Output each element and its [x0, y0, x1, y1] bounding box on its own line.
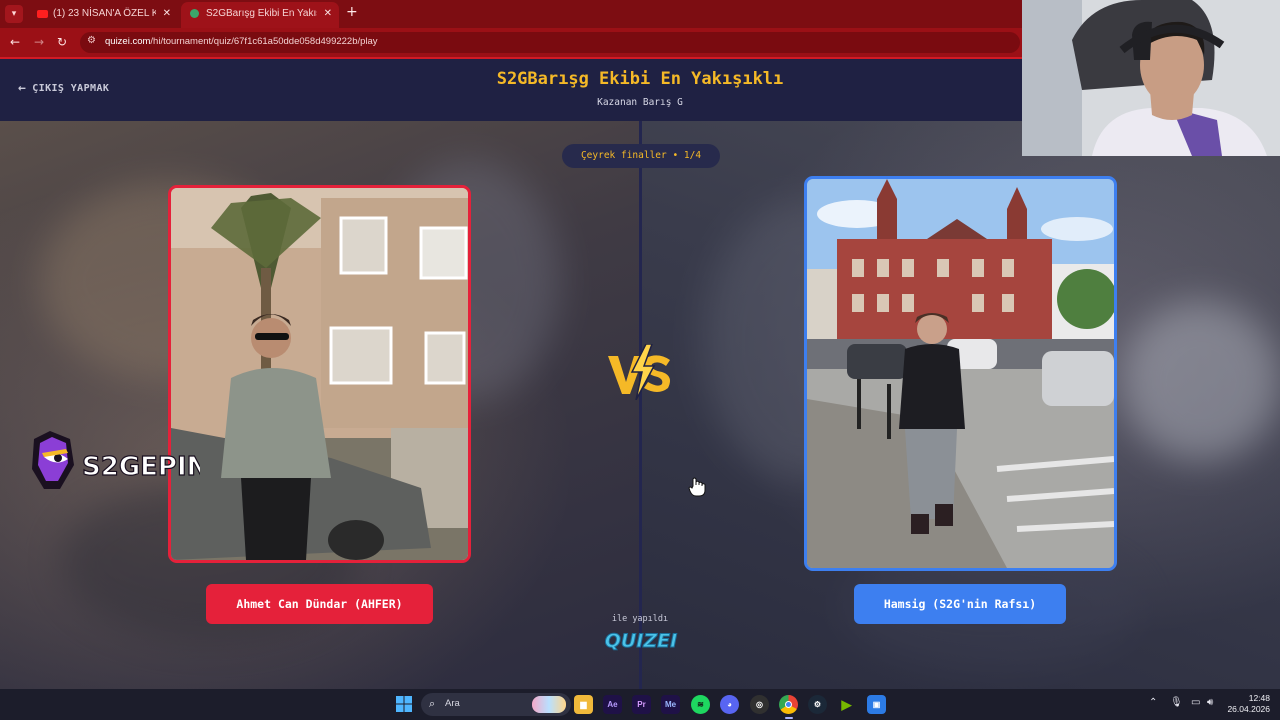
reload-icon[interactable]: ↻ — [57, 35, 67, 49]
browser-tab-quizei[interactable]: S2GBarışg Ekibi En Yakışıklı - Tu ✕ — [181, 2, 339, 28]
premiere-pro-icon[interactable]: Pr — [632, 695, 651, 714]
contestant-card-left[interactable] — [168, 185, 471, 563]
contestant-photo-left — [171, 188, 468, 560]
quizei-logo-text: QUIZEI — [605, 630, 677, 652]
close-tab-icon[interactable]: ✕ — [163, 2, 171, 26]
tab-title: S2GBarışg Ekibi En Yakışıklı - Tu — [206, 8, 317, 19]
url-path: /hi/tournament/quiz/67f1c61a50dde058d499… — [150, 36, 378, 47]
hand-cursor-icon — [688, 477, 706, 497]
address-bar[interactable]: ⚙ quizei.com/hi/tournament/quiz/67f1c61a… — [80, 32, 1020, 53]
url-text: quizei.com/hi/tournament/quiz/67f1c61a50… — [105, 36, 378, 47]
media-encoder-icon[interactable]: Me — [661, 695, 680, 714]
display-icon[interactable]: ▭ — [1191, 697, 1200, 708]
taskbar-clock[interactable]: 12:48 26.04.2026 — [1227, 693, 1270, 715]
exit-button[interactable]: ← ÇIKIŞ YAPMAK — [18, 81, 109, 96]
quizei-logo[interactable]: QUIZEI — [597, 622, 685, 656]
tab-title: (1) 23 NİSAN'A ÖZEL KANALIMIZ — [53, 8, 156, 19]
back-arrow-icon: ← — [18, 81, 27, 96]
microphone-icon[interactable]: 🎙︎ — [1170, 697, 1183, 708]
versus-icon — [608, 344, 670, 400]
quizei-favicon-icon — [190, 9, 199, 18]
webcam-overlay — [1022, 0, 1280, 156]
contestant-photo-right — [807, 179, 1114, 568]
quiz-subtitle: Kazanan Barış G — [597, 97, 683, 108]
exit-label: ÇIKIŞ YAPMAK — [32, 83, 110, 94]
vote-left-button[interactable]: Ahmet Can Dündar (AHFER) — [206, 584, 433, 624]
tray-chevron-icon[interactable]: ⌃ — [1149, 697, 1157, 708]
chrome-icon[interactable] — [779, 695, 798, 714]
chrome-active-indicator — [785, 717, 793, 719]
webcam-feed — [1022, 0, 1280, 156]
obs-icon[interactable]: ◎ — [750, 695, 769, 714]
nvidia-icon[interactable]: ▶ — [837, 695, 856, 714]
url-domain: quizei.com — [105, 36, 151, 47]
close-tab-icon[interactable]: ✕ — [324, 2, 332, 26]
round-indicator: Çeyrek finaller • 1/4 — [562, 144, 720, 168]
site-settings-icon[interactable]: ⚙ — [87, 35, 96, 46]
search-icon: ⌕ — [429, 697, 436, 710]
search-highlight-image — [532, 696, 566, 713]
taskbar-search-box[interactable]: ⌕ Ara — [421, 693, 571, 716]
s2gepin-logo: S2GEPIN — [32, 431, 200, 489]
discord-icon[interactable]: ◕ — [720, 695, 739, 714]
file-explorer-icon[interactable]: ▆ — [574, 695, 593, 714]
clock-date: 26.04.2026 — [1227, 704, 1270, 714]
spotify-icon[interactable]: ≋ — [691, 695, 710, 714]
s2gepin-logo-text: S2GEPIN — [82, 452, 200, 482]
back-arrow-icon[interactable]: ← — [10, 35, 20, 49]
capture-app-icon[interactable]: ▣ — [867, 695, 886, 714]
browser-tab-youtube[interactable]: (1) 23 NİSAN'A ÖZEL KANALIMIZ ✕ — [28, 2, 178, 28]
forward-arrow-icon[interactable]: → — [34, 35, 44, 49]
contestant-card-right[interactable] — [804, 176, 1117, 571]
volume-icon[interactable]: 🔊︎ — [1207, 697, 1213, 708]
new-tab-button[interactable]: + — [346, 4, 358, 20]
quiz-title: S2GBarışg Ekibi En Yakışıklı — [496, 69, 784, 89]
search-placeholder: Ara — [445, 698, 460, 709]
vote-right-button[interactable]: Hamsig (S2G'nin Rafsı) — [854, 584, 1066, 624]
youtube-favicon-icon — [37, 10, 48, 18]
center-divider — [639, 121, 642, 689]
after-effects-icon[interactable]: Ae — [603, 695, 622, 714]
windows-taskbar: ⌕ Ara ▆ Ae Pr Me ≋ ◕ ◎ ⚙ ▶ ▣ ⌃ 🎙︎ ▭ 🔊︎ 1… — [0, 689, 1280, 720]
windows-start-icon[interactable] — [396, 696, 412, 712]
clock-time: 12:48 — [1248, 693, 1270, 703]
tab-search-button[interactable]: ▾ — [5, 5, 23, 23]
steam-icon[interactable]: ⚙ — [808, 695, 827, 714]
